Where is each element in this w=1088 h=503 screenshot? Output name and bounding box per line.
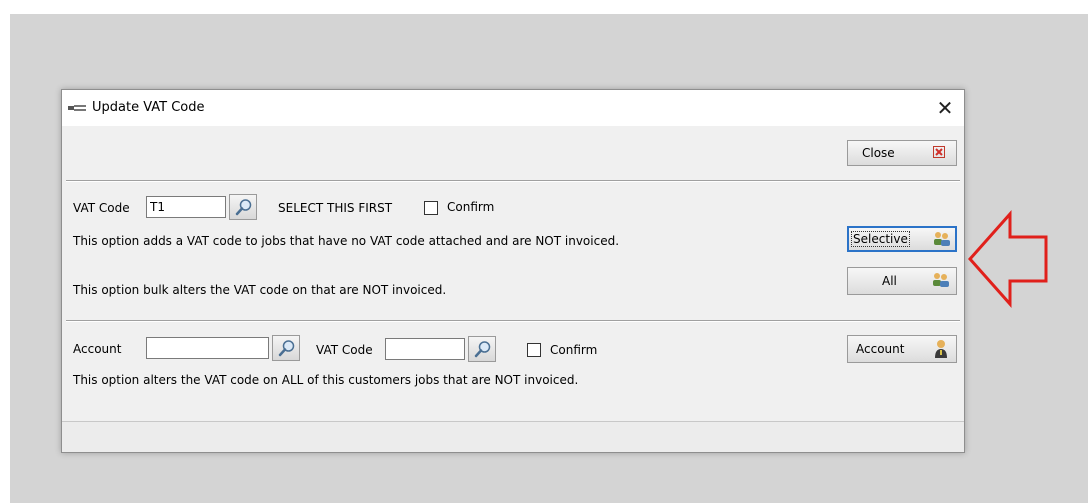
confirm-label: Confirm [447,200,495,214]
update-vat-code-dialog: Update VAT Code ✕ Close VAT Code SELECT … [61,89,965,453]
section-divider-middle [66,320,960,322]
bulk-description: This option bulk alters the VAT code on … [73,283,447,297]
vat-code-lookup-button[interactable] [229,194,257,220]
account-input[interactable] [146,337,269,359]
all-button-label: All [882,274,897,288]
status-bar [62,421,964,452]
account-button[interactable]: Account [847,335,957,363]
window-close-button[interactable]: ✕ [930,96,960,120]
vat-code-input-2[interactable] [385,338,465,360]
confirm-checkbox[interactable] [424,201,438,215]
title-bar: Update VAT Code ✕ [62,90,964,126]
window-title: Update VAT Code [92,100,205,115]
left-arrow-annotation [968,210,1048,308]
account-lookup-button[interactable] [272,335,300,361]
confirm-label-2: Confirm [550,343,598,357]
section-divider-top [66,180,960,182]
vat-code-label-2: VAT Code [316,343,373,357]
people-icon [933,273,949,287]
all-button[interactable]: All [847,267,957,295]
select-first-text: SELECT THIS FIRST [278,201,393,215]
magnifier-icon [235,199,252,216]
vat-code-input[interactable] [146,196,226,218]
vat-code-lookup-button-2[interactable] [468,336,496,362]
people-icon [934,232,950,246]
close-red-icon [933,146,945,158]
selective-button[interactable]: Selective [847,226,957,252]
magnifier-icon [474,341,491,358]
selective-description: This option adds a VAT code to jobs that… [73,234,620,248]
close-button[interactable]: Close [847,140,957,166]
account-label: Account [73,342,122,356]
close-button-label: Close [862,146,895,160]
confirm-checkbox-2[interactable] [527,343,541,357]
tool-icon [68,105,86,111]
vat-code-label: VAT Code [73,201,130,215]
account-description: This option alters the VAT code on ALL o… [73,373,579,387]
magnifier-icon [278,340,295,357]
selective-button-label: Selective [851,231,910,247]
account-button-label: Account [856,342,905,356]
person-icon [935,340,947,358]
